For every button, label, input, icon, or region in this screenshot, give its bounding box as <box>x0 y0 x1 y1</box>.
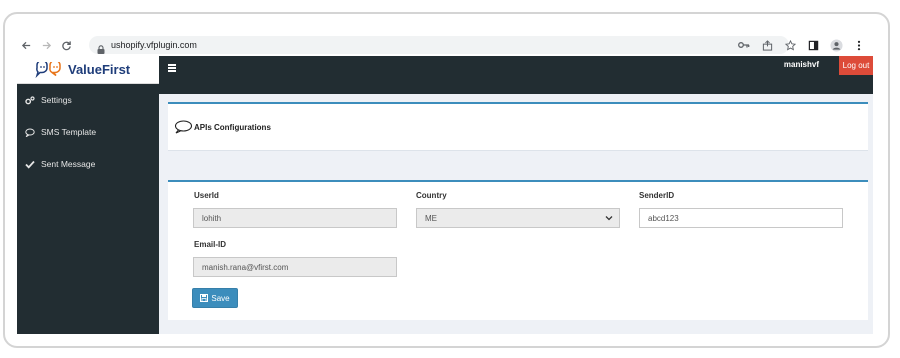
reload-icon[interactable] <box>57 36 75 54</box>
brand-name: ValueFirst <box>68 62 131 77</box>
country-label: Country <box>416 191 447 200</box>
address-bar[interactable]: ushopify.vfplugin.com <box>89 36 789 54</box>
gears-icon <box>25 95 35 105</box>
sidepanel-icon[interactable] <box>805 37 821 53</box>
logout-button[interactable]: Log out <box>839 56 873 75</box>
logo-icon <box>35 61 61 78</box>
top-navbar: manishvf Log out <box>159 56 873 94</box>
browser-toolbar: ushopify.vfplugin.com <box>17 35 873 55</box>
app-root: ValueFirst Settings SMS Template Sent Me… <box>17 56 873 334</box>
senderid-label: SenderID <box>639 191 675 200</box>
main-content: APIs Configurations UserId lohith Countr… <box>168 102 868 320</box>
userid-field[interactable]: lohith <box>193 208 397 228</box>
profile-icon[interactable] <box>828 37 844 53</box>
chevron-down-icon <box>605 214 613 223</box>
lock-icon <box>97 41 105 54</box>
hamburger-icon[interactable] <box>168 64 176 72</box>
country-select-value: ME <box>425 213 437 223</box>
logo[interactable]: ValueFirst <box>17 56 159 84</box>
url-text: ushopify.vfplugin.com <box>111 40 197 50</box>
senderid-field[interactable]: abcd123 <box>639 208 843 228</box>
save-button[interactable]: Save <box>192 288 238 308</box>
page-header-card: APIs Configurations <box>168 102 868 151</box>
username[interactable]: manishvf <box>784 60 819 69</box>
sidebar-item-label: SMS Template <box>41 127 97 137</box>
userid-label: UserId <box>194 191 219 200</box>
check-icon <box>25 159 35 169</box>
sidebar-item-label: Settings <box>41 95 72 105</box>
email-label: Email-ID <box>194 240 227 249</box>
floppy-disk-icon <box>200 294 209 302</box>
country-select[interactable]: ME <box>416 208 620 228</box>
sidebar-item-settings[interactable]: Settings <box>17 84 159 116</box>
sidebar-item-sent-message[interactable]: Sent Message <box>17 148 159 180</box>
sidebar: ValueFirst Settings SMS Template Sent Me… <box>17 56 159 334</box>
star-icon[interactable] <box>782 37 798 53</box>
page-title: APIs Configurations <box>194 122 271 132</box>
email-field[interactable]: manish.rana@vfirst.com <box>193 257 397 277</box>
comment-icon <box>25 127 35 137</box>
back-icon[interactable] <box>17 36 35 54</box>
sidebar-item-label: Sent Message <box>41 159 96 169</box>
config-form: UserId lohith Country ME SenderID abcd12… <box>168 180 868 320</box>
forward-icon[interactable] <box>37 36 55 54</box>
share-icon[interactable] <box>759 37 775 53</box>
sidebar-item-sms-template[interactable]: SMS Template <box>17 116 159 148</box>
comment-icon <box>174 120 192 134</box>
kebab-menu-icon[interactable] <box>851 37 867 53</box>
key-icon[interactable] <box>736 37 752 53</box>
save-button-label: Save <box>211 293 230 303</box>
